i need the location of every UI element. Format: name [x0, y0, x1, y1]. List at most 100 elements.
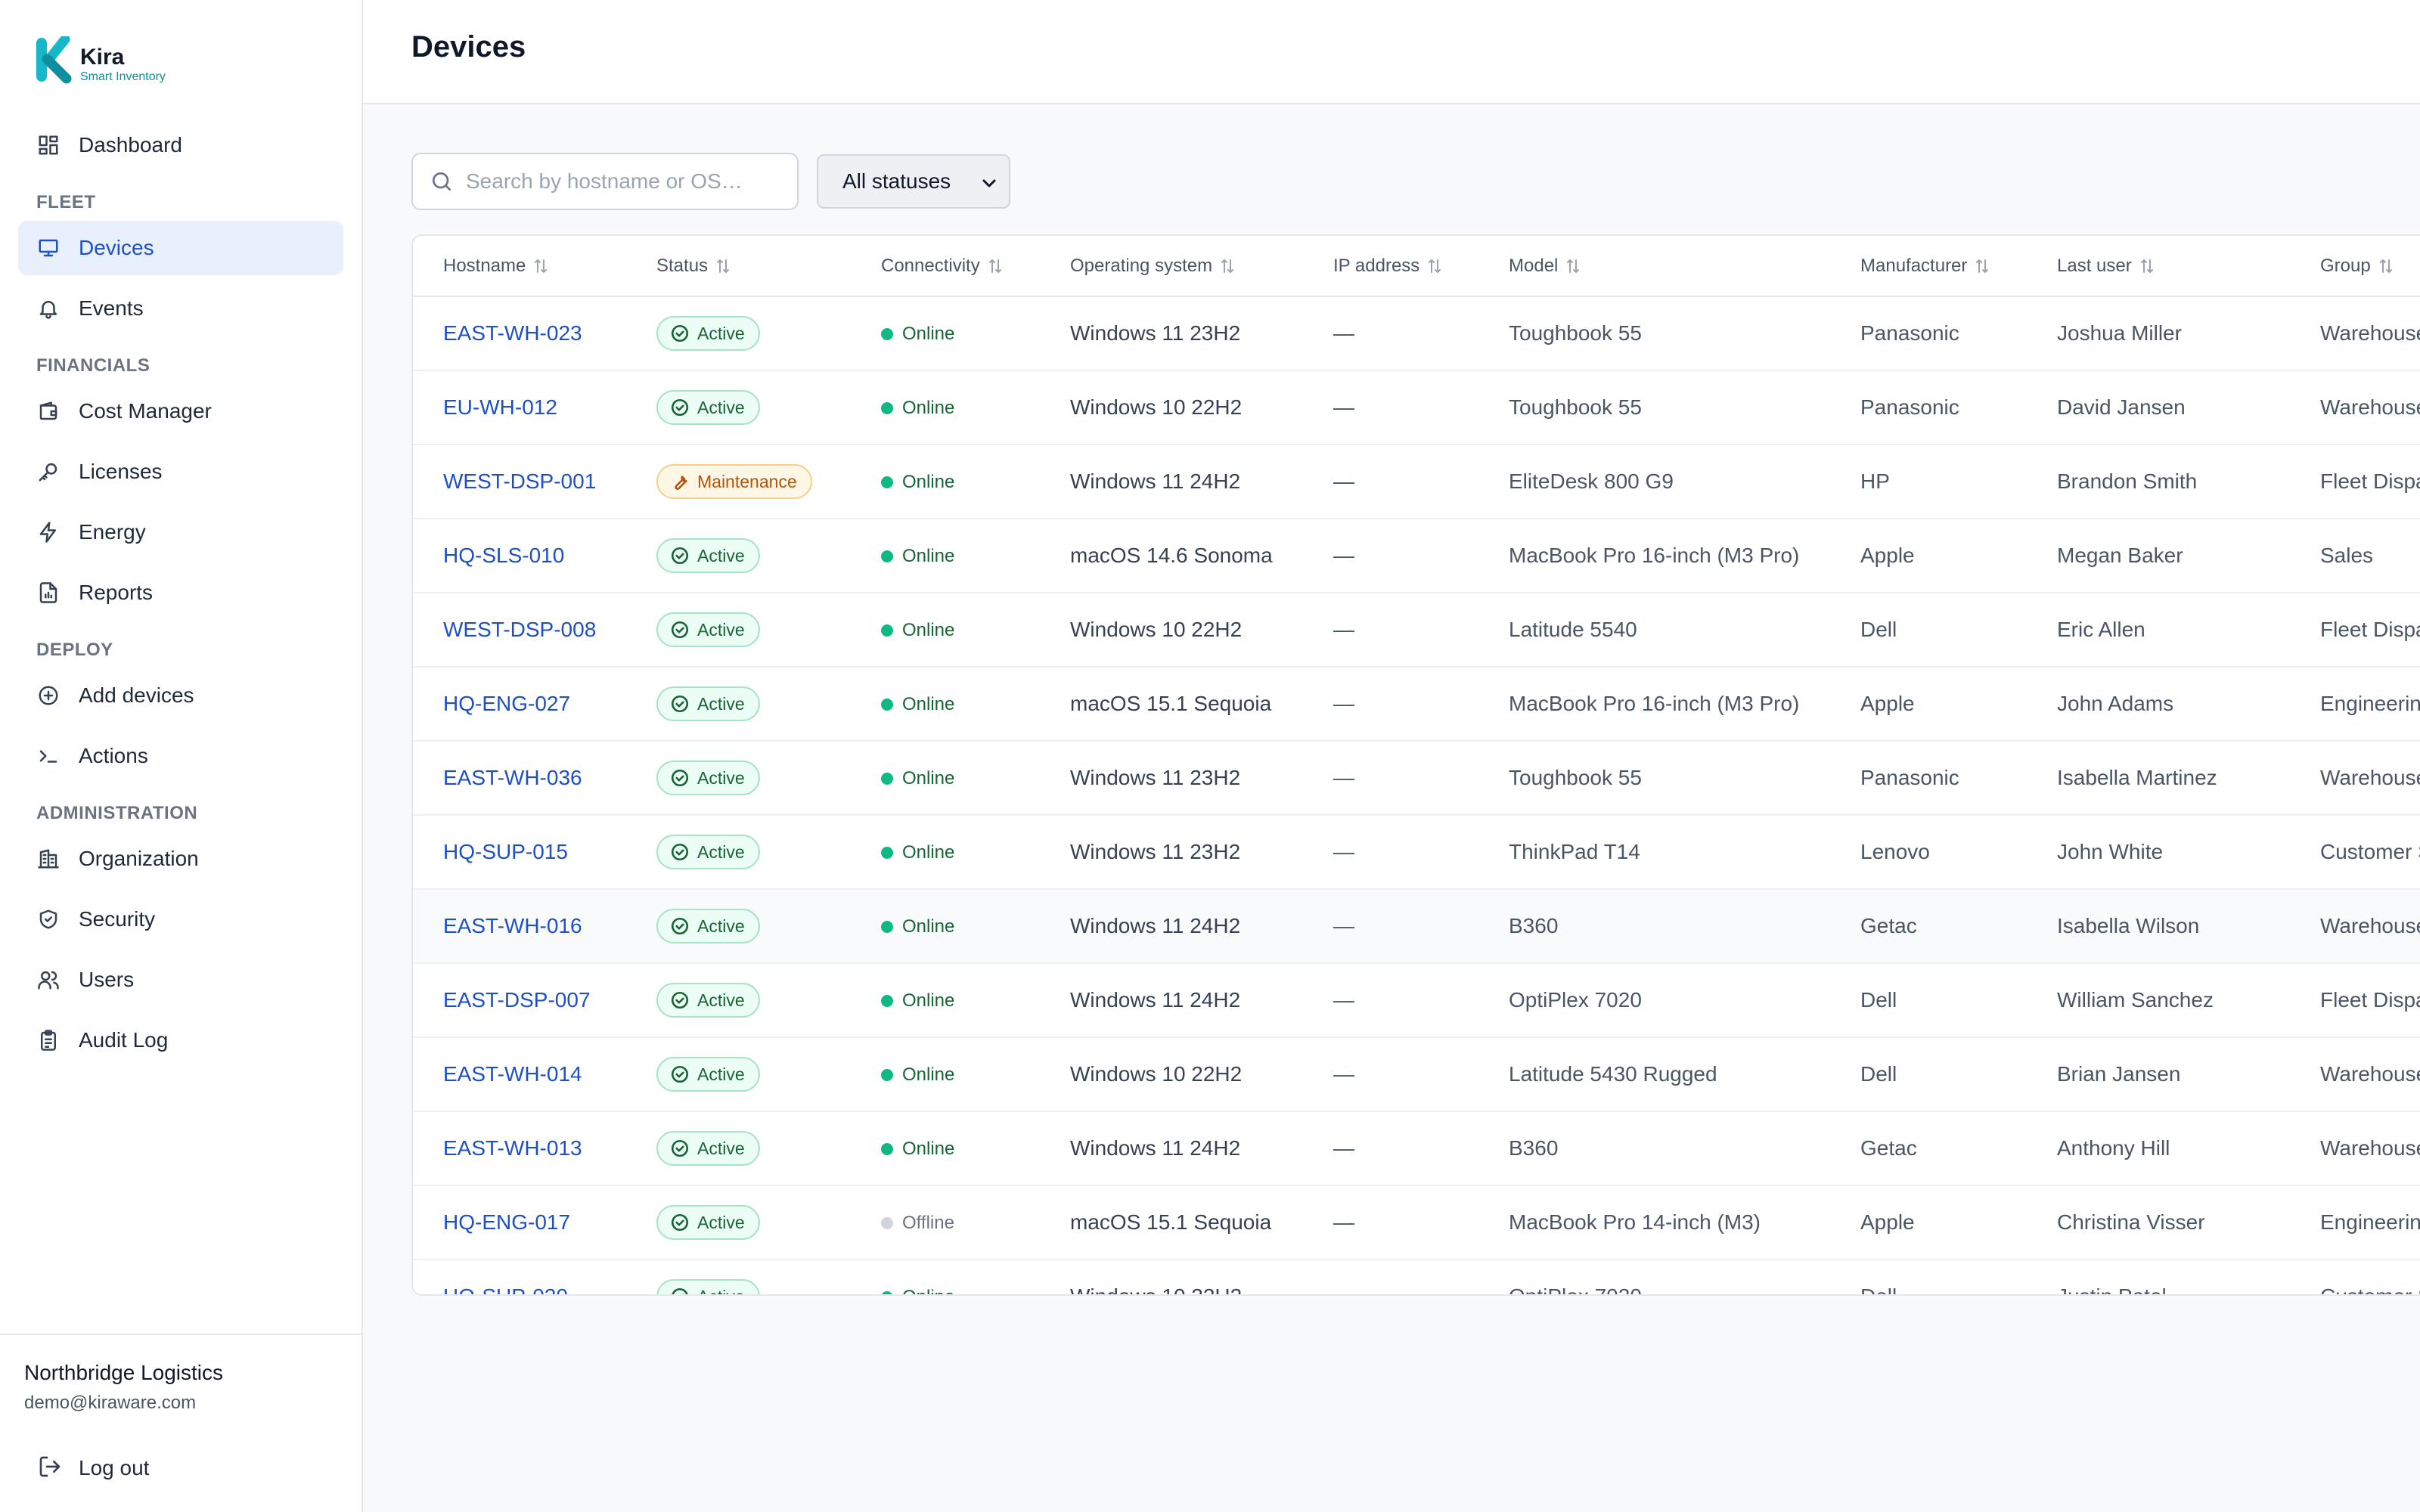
manufacturer-cell: Getac — [1830, 1111, 2027, 1186]
model-cell: Toughbook 55 — [1478, 370, 1830, 445]
sidebar-item-events[interactable]: Events — [18, 281, 343, 336]
os-cell: Windows 11 24H2 — [1040, 445, 1303, 519]
sort-icon — [2138, 257, 2156, 275]
manufacturer-cell: Lenovo — [1830, 815, 2027, 890]
sidebar-item-energy[interactable]: Energy — [18, 505, 343, 559]
hostname-link[interactable]: WEST-DSP-008 — [413, 593, 626, 668]
table-row[interactable]: EAST-DSP-007 Active Online Windows 11 24H2—… — [413, 963, 2420, 1038]
sidebar-item-label: Cost Manager — [79, 399, 212, 423]
hostname-link[interactable]: HQ-SUP-020 — [413, 1259, 626, 1294]
status-badge: Active — [656, 686, 760, 721]
table-row[interactable]: HQ-SLS-010 Active Online macOS 14.6 Sonoma —… — [413, 519, 2420, 593]
connectivity-indicator: Online — [881, 916, 954, 937]
table-row[interactable]: HQ-SUP-020 Active Online Windows 10 22H2—Op… — [413, 1259, 2420, 1294]
brand-logo[interactable]: Kira Smart Inventory — [35, 36, 166, 85]
status-badge: Active — [656, 1131, 760, 1166]
sidebar-item-label: Energy — [79, 520, 146, 544]
connectivity-cell: Online — [851, 667, 1040, 742]
os-cell: Windows 11 23H2 — [1040, 296, 1303, 371]
last-user-cell: Megan Baker — [2027, 519, 2290, 593]
connectivity-indicator: Online — [881, 1139, 954, 1160]
hostname-link[interactable]: HQ-ENG-027 — [413, 667, 626, 742]
table-row[interactable]: HQ-SUP-015 Active Online Windows 11 23H2— Th… — [413, 815, 2420, 890]
sidebar-item-actions[interactable]: Actions — [18, 729, 343, 783]
table-row[interactable]: HQ-ENG-027 Active Online macOS 15.1 Sequoia… — [413, 667, 2420, 742]
connectivity-cell: Online — [851, 889, 1040, 964]
connectivity-label: Online — [902, 1064, 955, 1085]
sort-icon — [1218, 257, 1236, 275]
status-dot-icon — [881, 624, 893, 637]
hostname-link[interactable]: WEST-DSP-001 — [413, 445, 626, 519]
column-header-manufacturer[interactable]: Manufacturer — [1830, 236, 2027, 297]
column-header-hostname[interactable]: Hostname — [413, 236, 626, 297]
column-header-model[interactable]: Model — [1478, 236, 1830, 297]
manufacturer-cell: Panasonic — [1830, 370, 2027, 445]
hostname-link[interactable]: HQ-SLS-010 — [413, 519, 626, 593]
table-row[interactable]: HQ-ENG-017 Active Offline macOS 15.1 Sequoi… — [413, 1185, 2420, 1260]
last-user-cell: Brian Jansen — [2027, 1037, 2290, 1112]
sidebar-item-security[interactable]: Security — [18, 892, 343, 947]
group-cell: Engineerin — [2290, 667, 2420, 742]
table-row[interactable]: EAST-WH-016 Active Online Windows 11 24H2— B… — [413, 889, 2420, 964]
logout-button[interactable]: Log out — [18, 1441, 343, 1495]
table-row[interactable]: EAST-WH-013 Active Online Windows 11 24H2— B… — [413, 1111, 2420, 1186]
hostname-link[interactable]: HQ-ENG-017 — [413, 1185, 626, 1260]
table-row[interactable]: WEST-DSP-008 Active Online Windows 10 22H2—… — [413, 593, 2420, 668]
sidebar-item-audit-log[interactable]: Audit Log — [18, 1013, 343, 1067]
model-cell: Toughbook 55 — [1478, 741, 1830, 816]
hostname-link[interactable]: EAST-WH-016 — [413, 889, 626, 964]
sidebar-item-label: Reports — [79, 581, 154, 604]
hostname-link[interactable]: EAST-WH-023 — [413, 296, 626, 371]
sidebar-item-dashboard[interactable]: Dashboard — [18, 118, 343, 172]
hostname-link[interactable]: EAST-WH-036 — [413, 741, 626, 816]
status-filter-select[interactable]: All statuses — [817, 154, 1010, 209]
hostname-link[interactable]: HQ-SUP-015 — [413, 815, 626, 890]
column-header-ip-address[interactable]: IP address — [1303, 236, 1478, 297]
column-header-operating-system[interactable]: Operating system — [1040, 236, 1303, 297]
column-header-label: Status — [656, 255, 709, 276]
hostname-link[interactable]: EAST-WH-014 — [413, 1037, 626, 1112]
status-filter-value: All statuses — [842, 169, 951, 193]
column-header-group[interactable]: Group — [2290, 236, 2420, 297]
sidebar-item-reports[interactable]: Reports — [18, 565, 343, 620]
hostname-link[interactable]: EAST-WH-013 — [413, 1111, 626, 1186]
check-circle-icon — [670, 1064, 690, 1084]
column-header-last-user[interactable]: Last user — [2027, 236, 2290, 297]
sidebar-item-organization[interactable]: Organization — [18, 832, 343, 886]
page-title: Devices — [411, 30, 526, 64]
search-box[interactable] — [411, 153, 799, 210]
table-row[interactable]: EAST-WH-036 Active Online Windows 11 23H2— T… — [413, 741, 2420, 816]
ip-address-cell: — — [1303, 593, 1478, 668]
sidebar-item-add-devices[interactable]: Add devices — [18, 668, 343, 723]
check-circle-icon — [670, 1213, 690, 1232]
wrench-icon — [670, 472, 690, 491]
connectivity-indicator: Online — [881, 620, 954, 641]
ip-address-cell: — — [1303, 1259, 1478, 1294]
table-header-row: Hostname Status Connectivity Operating syst… — [413, 236, 2420, 297]
sort-icon — [2377, 257, 2395, 275]
group-cell: Warehouse — [2290, 741, 2420, 816]
table-row[interactable]: EU-WH-012 Active Online Windows 10 22H2— Tou… — [413, 370, 2420, 445]
hostname-link[interactable]: EU-WH-012 — [413, 370, 626, 445]
hostname-link[interactable]: EAST-DSP-007 — [413, 963, 626, 1038]
ip-address-cell: — — [1303, 445, 1478, 519]
sort-icon — [1426, 257, 1444, 275]
connectivity-cell: Online — [851, 593, 1040, 668]
column-header-status[interactable]: Status — [626, 236, 851, 297]
model-cell: OptiPlex 7020 — [1478, 963, 1830, 1038]
column-header-connectivity[interactable]: Connectivity — [851, 236, 1040, 297]
table-row[interactable]: EAST-WH-014 Active Online Windows 10 22H2— L… — [413, 1037, 2420, 1112]
sidebar-item-devices[interactable]: Devices — [18, 221, 343, 275]
sidebar-item-cost-manager[interactable]: Cost Manager — [18, 384, 343, 438]
sidebar-item-users[interactable]: Users — [18, 953, 343, 1007]
model-cell: B360 — [1478, 1111, 1830, 1186]
sidebar-item-licenses[interactable]: Licenses — [18, 445, 343, 499]
table-row[interactable]: EAST-WH-023 Active Online Windows 11 23H2— T… — [413, 296, 2420, 371]
search-input[interactable] — [466, 169, 783, 194]
wallet-icon — [36, 399, 60, 423]
connectivity-cell: Online — [851, 445, 1040, 519]
connectivity-indicator: Online — [881, 990, 954, 1012]
status-badge-label: Active — [697, 841, 745, 862]
table-row[interactable]: WEST-DSP-001 Maintenance Online Windows 11 … — [413, 445, 2420, 519]
sort-icon — [532, 257, 550, 275]
